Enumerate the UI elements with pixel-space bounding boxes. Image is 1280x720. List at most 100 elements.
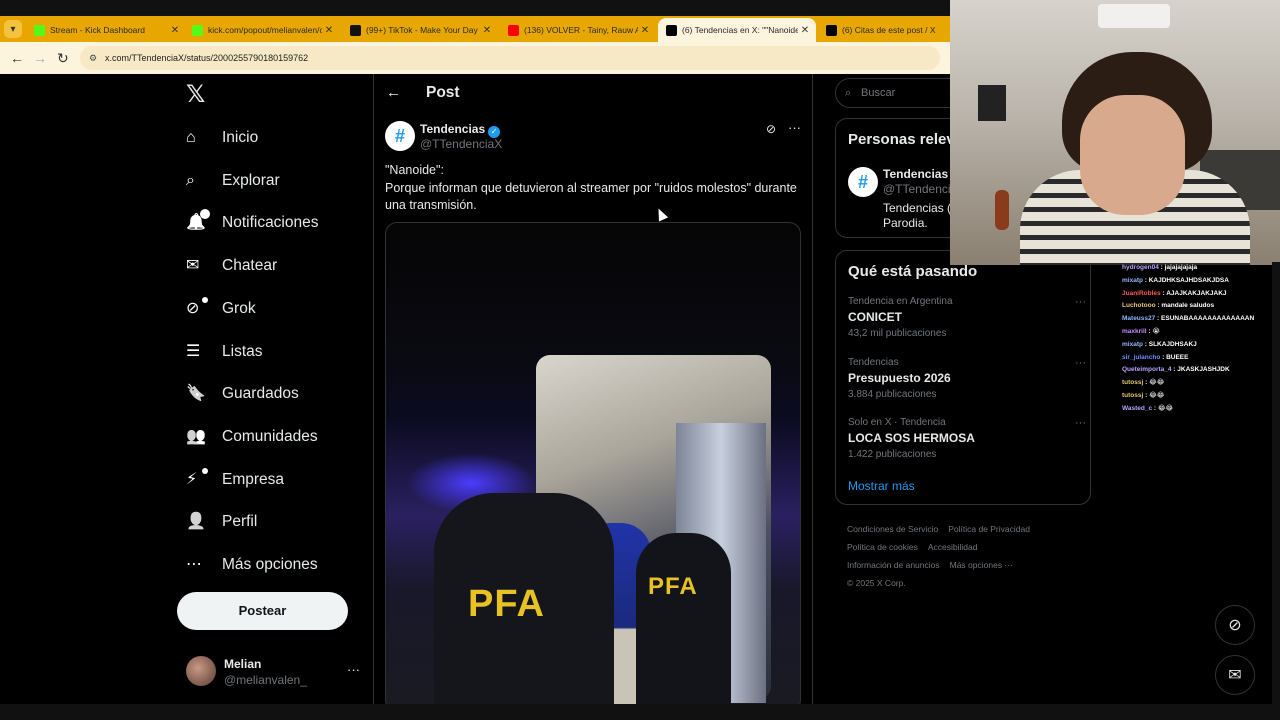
nav-item[interactable]: ⚡ Empresa bbox=[186, 465, 284, 495]
chat-username[interactable]: JuaniRobles bbox=[1122, 290, 1161, 297]
chat-text: SLKAJDHSAKJ bbox=[1148, 340, 1197, 348]
back-icon[interactable]: ← bbox=[10, 50, 24, 66]
chat-text: 😂😂 bbox=[1149, 391, 1165, 399]
cam-picture-frame bbox=[978, 85, 1006, 121]
nav-item-label: Chatear bbox=[222, 257, 278, 275]
x-logo-icon[interactable]: 𝕏 bbox=[186, 80, 205, 109]
post-image[interactable]: PFA PFA bbox=[385, 222, 801, 712]
trend-item[interactable]: Tendencia en Argentina CONICET 43,2 mil pu… bbox=[848, 296, 1086, 339]
close-tab-icon[interactable]: ✕ bbox=[480, 25, 494, 36]
messages-fab-icon[interactable]: ✉ bbox=[1215, 655, 1255, 695]
avatar[interactable]: # bbox=[848, 167, 878, 197]
nav-item[interactable]: 👤 Perfil bbox=[186, 507, 257, 537]
browser-tab[interactable]: (99+) TikTok - Make Your Day ✕ bbox=[342, 18, 498, 42]
chat-message: Mateuss27 : ESUNABAAAAAAAAAAAAAN bbox=[1122, 313, 1272, 326]
post-button[interactable]: Postear bbox=[177, 592, 348, 630]
author-avatar[interactable]: # bbox=[385, 121, 415, 151]
nav-item[interactable]: ⌂ Inicio bbox=[186, 123, 258, 153]
address-bar-area: ← → ↻ ⚙ x.com/TTendenciaX/status/2000255… bbox=[0, 42, 950, 74]
nav-item[interactable]: ☰ Listas bbox=[186, 337, 263, 367]
nav-item-label: Más opciones bbox=[222, 556, 318, 573]
mail-icon: ✉ bbox=[186, 257, 200, 275]
close-tab-icon[interactable]: ✕ bbox=[638, 25, 652, 36]
chat-username[interactable]: Luchotooo bbox=[1122, 302, 1156, 309]
author-name-text[interactable]: Tendencias bbox=[420, 122, 485, 136]
browser-tab[interactable]: Stream - Kick Dashboard ✕ bbox=[26, 18, 186, 42]
show-more-link[interactable]: Mostrar más bbox=[848, 479, 915, 493]
nav-item[interactable]: 🔔 6 Notificaciones bbox=[186, 208, 319, 238]
footer-link[interactable]: Política de Privacidad bbox=[948, 524, 1030, 534]
grok-icon[interactable]: ⊘ bbox=[766, 122, 776, 136]
divider bbox=[812, 74, 813, 706]
chat-username[interactable]: hydrogen04 bbox=[1122, 264, 1159, 271]
more-icon[interactable]: ··· bbox=[788, 120, 801, 135]
chat-username[interactable]: mixatp bbox=[1122, 341, 1143, 348]
bell-icon: 🔔 6 bbox=[186, 209, 210, 233]
close-tab-icon[interactable]: ✕ bbox=[798, 25, 812, 36]
footer-link[interactable]: Más opciones ··· bbox=[950, 560, 1013, 570]
list-icon: ☰ bbox=[186, 342, 201, 360]
browser-tab[interactable]: (6) Citas de este post / X bbox=[818, 18, 948, 42]
nav-item[interactable]: ⊘ Grok bbox=[186, 294, 256, 324]
footer-link[interactable]: Política de cookies bbox=[847, 542, 918, 552]
nav-item[interactable]: ✉ Chatear bbox=[186, 251, 277, 281]
nav-item[interactable]: 🔖 Guardados bbox=[186, 379, 299, 409]
browser-tab[interactable]: (136) VOLVER - Tainy, Rauw Ale ✕ bbox=[500, 18, 656, 42]
notification-badge: 6 bbox=[200, 209, 210, 220]
nav-item[interactable]: ⌕ Explorar bbox=[186, 166, 280, 196]
tiktok-icon bbox=[350, 24, 361, 36]
tab-title: Stream - Kick Dashboard bbox=[50, 25, 145, 35]
tab-search-button[interactable]: ▾ bbox=[4, 20, 22, 38]
lightning-icon: ⚡ bbox=[186, 467, 208, 490]
main-column: ← Post # Tendencias ✓ @TTendenciaX ⊘ ··· … bbox=[374, 74, 812, 712]
nav-item-label: Inicio bbox=[222, 129, 259, 146]
chat-username[interactable]: maxkrill bbox=[1122, 328, 1147, 335]
footer-link[interactable]: Accesibilidad bbox=[928, 542, 978, 552]
author-handle[interactable]: @TTendenciaX bbox=[420, 137, 502, 151]
url-bar[interactable]: ⚙ x.com/TTendenciaX/status/2000255790180… bbox=[80, 46, 940, 70]
person-name[interactable]: Tendencias bbox=[883, 167, 948, 181]
chat-text: JKASKJASHJDK bbox=[1177, 366, 1230, 374]
close-tab-icon[interactable]: ✕ bbox=[322, 25, 336, 36]
more-icon[interactable]: ··· bbox=[347, 662, 360, 677]
chat-text: mandale saludos bbox=[1161, 302, 1215, 310]
chat-text: 😭 bbox=[1152, 327, 1160, 335]
tab-title: (6) Tendencias en X: ""Nanoide" bbox=[682, 25, 798, 35]
more-icon[interactable]: ··· bbox=[1075, 357, 1086, 369]
reload-icon[interactable]: ↻ bbox=[57, 50, 69, 67]
nav-item[interactable]: ⋯ Más opciones bbox=[186, 550, 318, 580]
back-arrow-icon[interactable]: ← bbox=[386, 84, 401, 101]
chat-username[interactable]: Queteimporta_4 bbox=[1122, 366, 1172, 373]
footer-link[interactable]: Condiciones de Servicio bbox=[847, 524, 938, 534]
browser-tab[interactable]: (6) Tendencias en X: ""Nanoide" ✕ bbox=[658, 18, 816, 42]
footer-link[interactable]: Información de anuncios bbox=[847, 560, 940, 570]
tab-title: (6) Citas de este post / X bbox=[842, 25, 936, 35]
chat-username[interactable]: sir_julancho bbox=[1122, 354, 1160, 361]
more-icon[interactable]: ··· bbox=[1075, 296, 1086, 308]
trend-item[interactable]: Solo en X · Tendencia LOCA SOS HERMOSA 1.4… bbox=[848, 417, 1086, 460]
chat-username[interactable]: tutossj bbox=[1122, 379, 1143, 386]
grok-fab-icon[interactable]: ⊘ bbox=[1215, 605, 1255, 645]
new-dot bbox=[202, 467, 208, 474]
chat-text: 😂😂 bbox=[1157, 404, 1174, 412]
trend-item[interactable]: Tendencias Presupuesto 2026 3.884 publicac… bbox=[848, 357, 1086, 400]
chat-message: sir_julancho : BUEEE bbox=[1122, 352, 1272, 365]
forward-icon[interactable]: → bbox=[33, 50, 47, 66]
chat-username[interactable]: tutossj bbox=[1122, 392, 1143, 399]
author-name[interactable]: Tendencias ✓ bbox=[420, 122, 501, 138]
chat-text: jajajajajaja bbox=[1164, 264, 1198, 271]
chat-message: Wasted_c : 😂😂 bbox=[1122, 403, 1272, 416]
scrollbar[interactable] bbox=[1272, 262, 1280, 704]
site-info-icon[interactable]: ⚙ bbox=[89, 46, 97, 70]
more-icon[interactable]: ··· bbox=[1075, 417, 1086, 429]
search-placeholder: Buscar bbox=[861, 87, 896, 99]
chat-username[interactable]: mixatp bbox=[1122, 277, 1143, 284]
close-tab-icon[interactable]: ✕ bbox=[168, 25, 182, 36]
browser-tab[interactable]: kick.com/popout/melianvalen/c ✕ bbox=[184, 18, 340, 42]
nav-item[interactable]: 👥 Comunidades bbox=[186, 422, 318, 452]
account-switcher[interactable]: Melian @melianvalen_ ··· bbox=[186, 654, 366, 688]
chat-message: Luchotooo : mandale saludos bbox=[1122, 300, 1272, 313]
chat-username[interactable]: Wasted_c bbox=[1122, 405, 1152, 412]
chat-message: JuaniRobles : AJAJKAKJAKJAKJ bbox=[1122, 288, 1272, 301]
chat-username[interactable]: Mateuss27 bbox=[1122, 315, 1155, 322]
